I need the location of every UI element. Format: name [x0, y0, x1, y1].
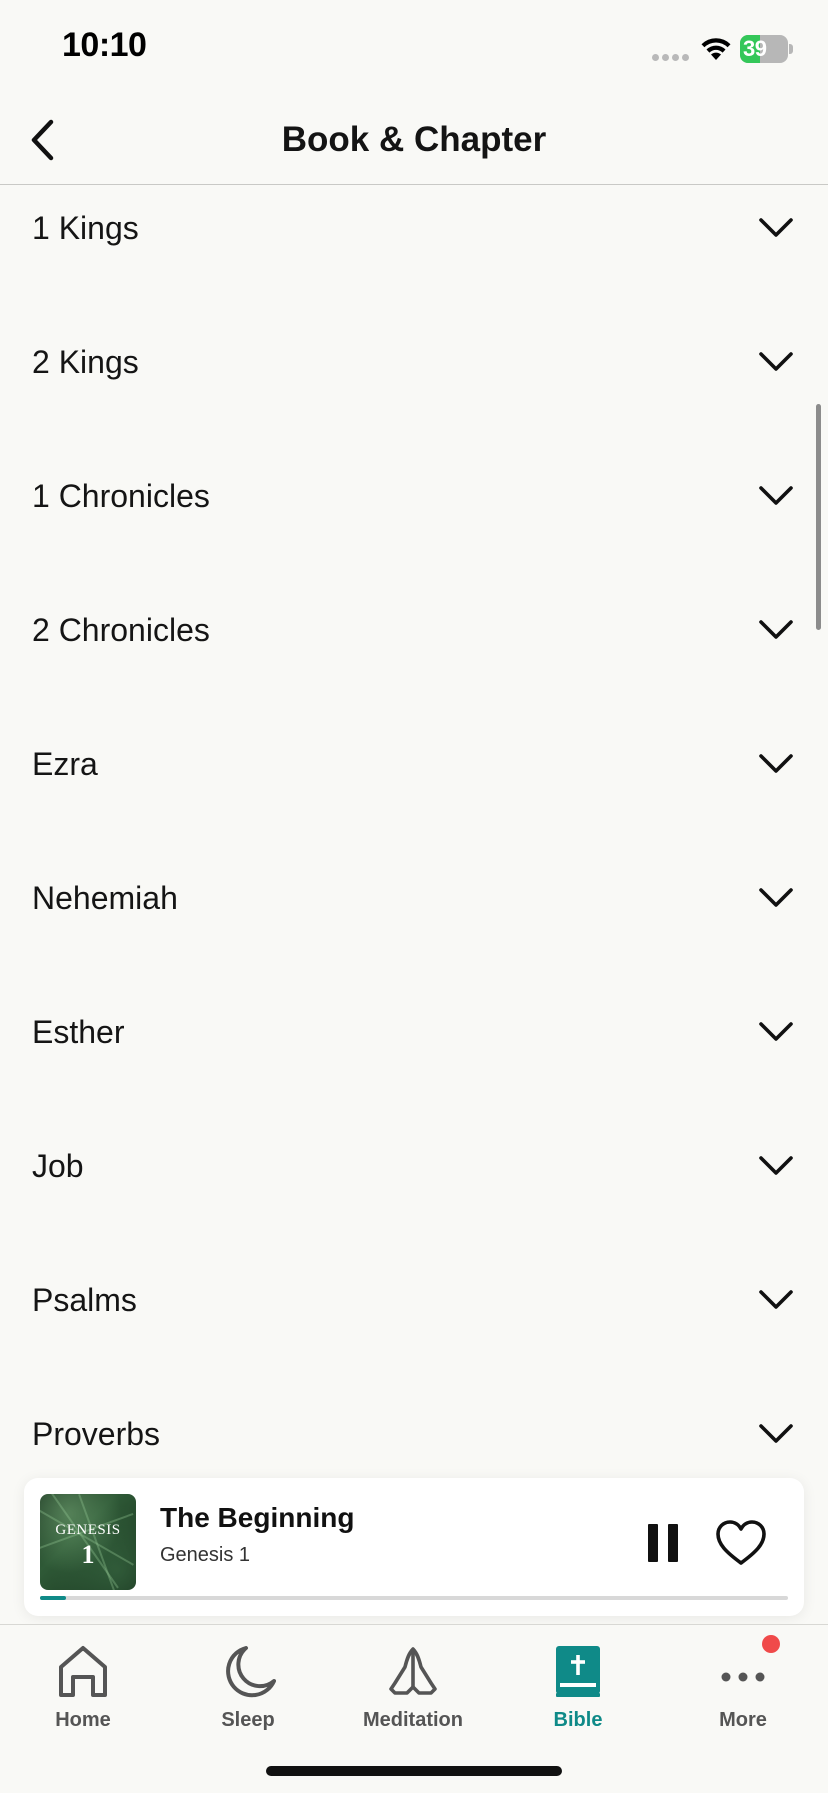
pause-button[interactable] [642, 1520, 686, 1568]
tab-bible[interactable]: Bible [495, 1635, 661, 1735]
book-label: Nehemiah [32, 880, 178, 916]
book-label: 1 Chronicles [32, 478, 210, 514]
more-dots-icon [721, 1672, 765, 1682]
chevron-down-icon[interactable] [758, 1154, 794, 1178]
praying-hands-icon [389, 1647, 437, 1695]
tab-sleep[interactable]: Sleep [165, 1635, 331, 1735]
battery-charging-icon: 39 [740, 35, 793, 63]
nav-header: Book & Chapter [0, 100, 828, 185]
book-label: Job [32, 1148, 84, 1184]
chevron-down-icon[interactable] [758, 752, 794, 776]
track-subtitle: Genesis 1 [160, 1544, 251, 1566]
book-row[interactable]: Nehemiah [0, 856, 828, 990]
chevron-down-icon[interactable] [758, 1288, 794, 1312]
page-title: Book & Chapter [281, 120, 547, 159]
tab-meditation-label: Meditation [363, 1709, 463, 1731]
book-label: 2 Kings [32, 344, 139, 380]
tab-home[interactable]: Home [0, 1635, 166, 1735]
tab-home-label: Home [55, 1709, 111, 1731]
bible-icon [556, 1646, 600, 1697]
favorite-button[interactable] [714, 1518, 768, 1568]
book-row[interactable]: 1 Chronicles [0, 454, 828, 588]
tab-more[interactable]: More [660, 1635, 826, 1735]
chevron-down-icon[interactable] [758, 886, 794, 910]
book-list[interactable]: 1 Kings 2 Kings 1 Chronicles 2 Chronicles Ez… [0, 186, 828, 1476]
tab-bible-label: Bible [553, 1709, 603, 1731]
chevron-down-icon[interactable] [758, 618, 794, 642]
artwork-book-label: GENESIS [55, 1522, 121, 1538]
wifi-icon [701, 38, 731, 60]
chevron-down-icon[interactable] [758, 216, 794, 240]
book-label: Ezra [32, 746, 98, 782]
book-row[interactable]: Psalms [0, 1258, 828, 1392]
playback-progress-fill [40, 1596, 67, 1600]
book-label: Proverbs [32, 1416, 161, 1452]
book-label: 1 Kings [32, 210, 139, 246]
chevron-down-icon[interactable] [758, 1020, 794, 1044]
heart-outline-icon [716, 1520, 766, 1565]
book-row[interactable]: Esther [0, 990, 828, 1124]
battery-level: 39 [743, 36, 767, 61]
book-label: Esther [32, 1014, 125, 1050]
mini-player[interactable]: GENESIS 1 The Beginning Genesis 1 [24, 1478, 804, 1616]
book-row[interactable]: 2 Kings [0, 320, 828, 454]
chevron-down-icon[interactable] [758, 1422, 794, 1446]
cellular-dots-icon [652, 54, 690, 62]
pause-icon [648, 1524, 658, 1562]
book-row[interactable]: 2 Chronicles [0, 588, 828, 722]
tab-more-label: More [719, 1709, 767, 1731]
book-row[interactable]: Job [0, 1124, 828, 1258]
scrollbar[interactable] [816, 404, 821, 630]
book-row[interactable]: Proverbs [0, 1392, 828, 1476]
moon-icon [226, 1646, 276, 1698]
playback-progress[interactable] [40, 1596, 788, 1600]
artwork-chapter-label: 1 [81, 1540, 95, 1569]
book-label: Psalms [32, 1282, 137, 1318]
chevron-down-icon[interactable] [758, 350, 794, 374]
chevron-down-icon[interactable] [758, 484, 794, 508]
tab-sleep-label: Sleep [221, 1709, 275, 1731]
book-row[interactable]: Ezra [0, 722, 828, 856]
track-artwork: GENESIS 1 [40, 1494, 136, 1590]
home-indicator [266, 1766, 562, 1776]
status-time: 10:10 [62, 26, 147, 64]
book-label: 2 Chronicles [32, 612, 210, 648]
book-row[interactable]: 1 Kings [0, 186, 828, 320]
home-icon [59, 1646, 107, 1697]
tab-meditation[interactable]: Meditation [330, 1635, 496, 1735]
notification-badge [762, 1635, 780, 1653]
track-title: The Beginning [160, 1502, 355, 1533]
status-bar: 10:10 39 [0, 0, 828, 100]
